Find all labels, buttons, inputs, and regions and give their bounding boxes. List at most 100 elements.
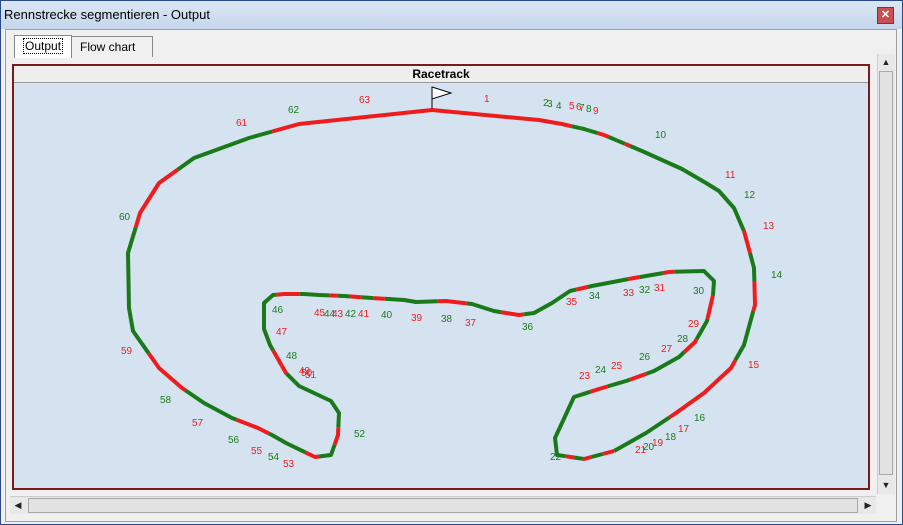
track-segment-10	[629, 144, 746, 232]
track-segment-26	[645, 350, 686, 376]
track-segment-19	[582, 455, 592, 461]
segment-label-33: 33	[623, 288, 635, 299]
segment-label-36: 36	[522, 322, 534, 333]
track-segment-43	[349, 294, 362, 300]
segment-label-8: 8	[586, 104, 592, 115]
track-segment-9	[623, 141, 631, 148]
track-segment-12	[748, 252, 757, 282]
track-segment-56	[267, 431, 307, 455]
segment-label-37: 37	[465, 318, 477, 329]
scroll-left-icon[interactable]: ◀	[10, 497, 26, 513]
track-segment-32	[639, 271, 664, 280]
tab-output[interactable]: Output	[14, 35, 72, 58]
segment-label-27: 27	[661, 344, 673, 355]
track-segment-51	[280, 364, 288, 375]
track-segment-53	[332, 427, 341, 446]
track-segment-1	[431, 108, 573, 129]
track-segment-42	[361, 295, 374, 301]
racetrack-panel: Racetrack 1 2 3 4 5 6 7 8 9 10 11 12 13 14 15 16 17 18 19 2…	[12, 64, 870, 490]
track-segment-25	[629, 371, 648, 382]
segment-label-63: 63	[359, 95, 371, 106]
segment-label-40: 40	[381, 310, 393, 321]
segment-label-61: 61	[236, 118, 248, 129]
track-segment-38	[466, 301, 502, 315]
track-segment-31	[662, 269, 675, 276]
scroll-down-icon[interactable]: ▼	[878, 477, 894, 493]
segment-label-15: 15	[748, 360, 760, 371]
track-segment-39	[437, 299, 467, 306]
segment-label-10: 10	[655, 130, 667, 141]
track-segment-20	[573, 455, 584, 461]
track-segment-15	[668, 359, 738, 420]
track-segment-57	[235, 417, 270, 436]
segment-label-24: 24	[595, 365, 607, 376]
title-bar: Rennstrecke segmentieren - Output ✕	[1, 1, 902, 29]
segment-label-51: 51	[305, 370, 317, 381]
track-segment-5	[596, 131, 604, 137]
vertical-scrollbar[interactable]: ▲ ▼	[877, 54, 895, 494]
segment-label-53: 53	[283, 459, 295, 470]
client-area: Output Flow chart Racetrack 1 2 3 4 5 6 7 8 9 10 1…	[5, 29, 897, 522]
horizontal-scrollbar[interactable]: ◀ ▶	[10, 496, 876, 514]
track-segment-2	[571, 124, 581, 131]
segment-label-41: 41	[358, 309, 370, 320]
track-segment-7	[607, 135, 618, 143]
track-segment-8	[615, 138, 626, 146]
segment-label-30: 30	[693, 286, 705, 297]
segment-label-29: 29	[688, 319, 700, 330]
track-segment-46	[299, 292, 330, 298]
track-segment-44	[337, 293, 350, 299]
segment-label-12: 12	[744, 190, 756, 201]
segment-label-4: 4	[556, 101, 562, 112]
segment-label-18: 18	[665, 432, 677, 443]
track-segment-62	[176, 129, 273, 172]
segment-label-22: 22	[550, 452, 562, 463]
segment-label-11: 11	[725, 170, 736, 181]
segment-label-34: 34	[589, 291, 601, 302]
segment-label-55: 55	[251, 446, 263, 457]
segment-label-60: 60	[119, 212, 131, 223]
horizontal-scroll-thumb[interactable]	[28, 498, 858, 513]
close-icon[interactable]: ✕	[877, 7, 894, 24]
track-segment-48	[262, 292, 277, 352]
track-segment-41	[372, 296, 385, 301]
tab-flow-chart[interactable]: Flow chart	[71, 36, 153, 57]
track-segment-40	[384, 296, 438, 304]
track-segment-52	[284, 371, 341, 428]
segment-label-45: 45	[314, 308, 326, 319]
segment-label-16: 16	[694, 413, 706, 424]
segment-label-23: 23	[579, 371, 591, 382]
segment-label-52: 52	[354, 429, 366, 440]
segment-label-35: 35	[566, 297, 578, 308]
segment-label-38: 38	[441, 314, 453, 325]
track-segment-37	[500, 310, 525, 317]
track-segment-22	[553, 389, 592, 459]
track-segment-55	[304, 450, 320, 459]
track-segment-18	[590, 452, 604, 459]
track-segment-60	[126, 226, 151, 355]
segment-label-14: 14	[771, 270, 783, 281]
track-segment-6	[602, 132, 610, 139]
track-segment-33	[627, 275, 640, 282]
segment-label-58: 58	[160, 395, 172, 406]
segment-label-42: 42	[345, 309, 357, 320]
segment-label-21: 21	[635, 445, 647, 456]
vertical-scroll-thumb[interactable]	[879, 71, 893, 475]
track-segment-14	[733, 310, 756, 362]
track-segment-21	[565, 454, 575, 460]
segment-label-7: 7	[579, 103, 585, 114]
track-segment-34	[587, 277, 629, 289]
track-segment-3	[580, 126, 590, 133]
track-segment-29	[705, 295, 715, 320]
segment-label-3: 3	[547, 99, 553, 110]
track-segment-24	[606, 377, 631, 389]
segment-label-31: 31	[654, 283, 666, 294]
track-segment-23	[589, 384, 608, 394]
start-flag-icon	[431, 86, 453, 111]
segment-label-44: 44	[324, 309, 336, 320]
scroll-up-icon[interactable]: ▲	[878, 54, 894, 70]
scroll-right-icon[interactable]: ▶	[860, 497, 876, 513]
track-segment-47	[276, 292, 300, 297]
segment-label-59: 59	[121, 346, 133, 357]
window-title: Rennstrecke segmentieren - Output	[4, 7, 210, 22]
